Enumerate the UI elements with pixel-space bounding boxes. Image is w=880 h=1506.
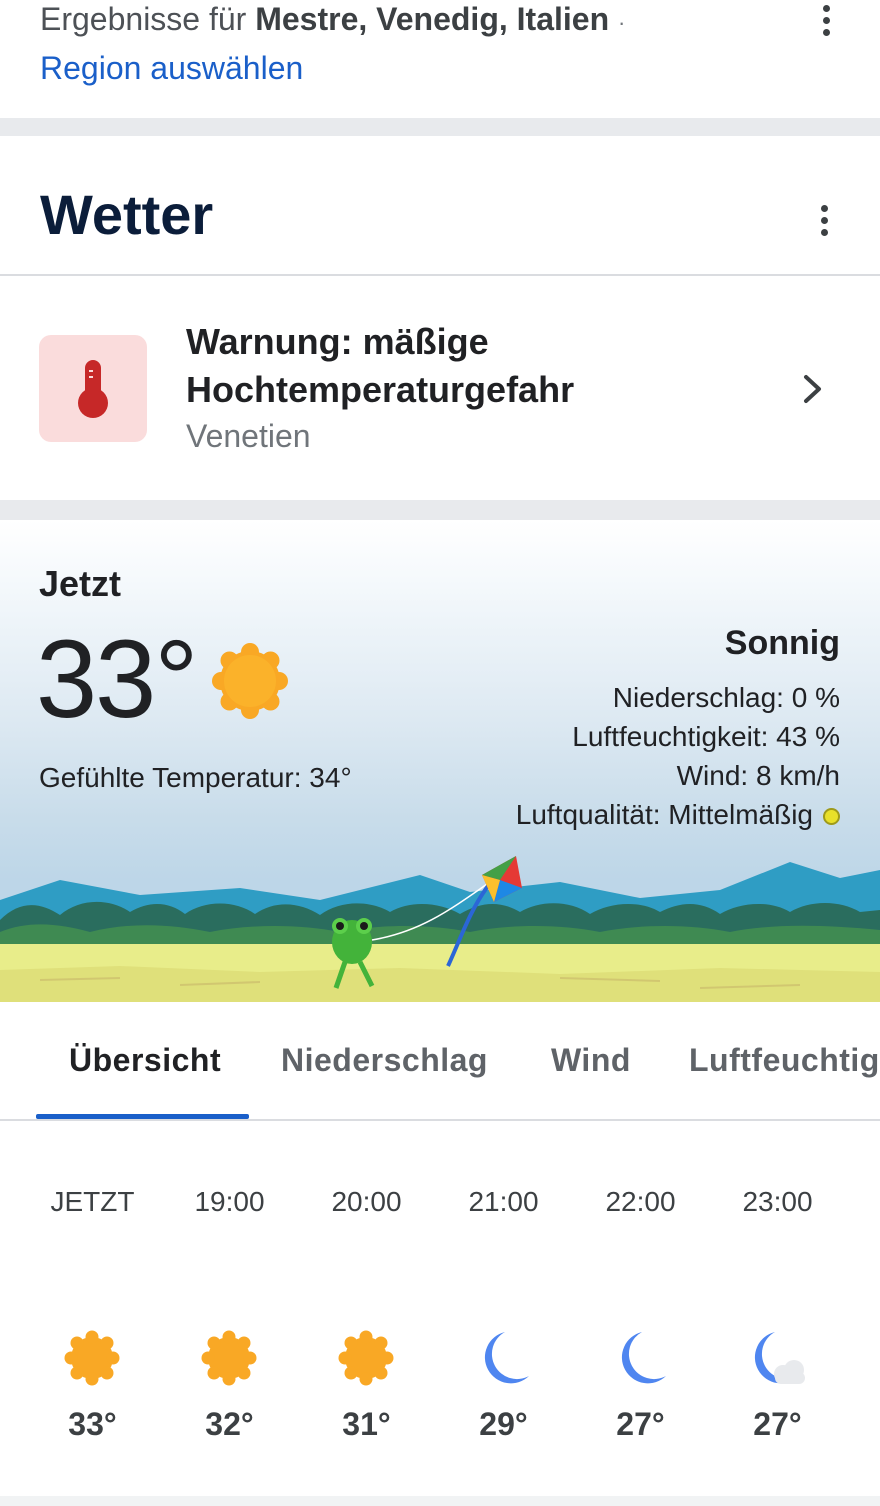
hour-label: 22:00: [605, 1186, 676, 1217]
moon-icon: [484, 1332, 529, 1384]
hour-temperature: 29°: [479, 1406, 528, 1442]
section-divider: [0, 500, 880, 520]
warning-region: Venetien: [186, 418, 311, 454]
humidity-detail: Luftfeuchtigkeit: 43 %: [572, 721, 840, 752]
hour-temperature: 33°: [68, 1406, 117, 1442]
hour-temperature: 31°: [342, 1406, 391, 1442]
weather-condition: Sonnig: [724, 624, 840, 662]
sun-icon: [64, 1330, 120, 1386]
tab-wind[interactable]: Wind: [551, 1040, 631, 1080]
precipitation-detail: Niederschlag: 0 %: [612, 682, 840, 713]
tab-overview[interactable]: Übersicht: [69, 1040, 221, 1080]
tab-precipitation[interactable]: Niederschlag: [281, 1040, 488, 1080]
separator-dot: ·: [618, 10, 626, 35]
tabs-divider: [0, 1119, 880, 1121]
wind-detail: Wind: 8 km/h: [676, 760, 840, 791]
moon-cloud-icon: [754, 1332, 805, 1384]
moon-icon: [621, 1332, 666, 1384]
sun-icon: [212, 643, 288, 719]
hour-temperature: 27°: [616, 1406, 665, 1442]
section-divider: [0, 118, 880, 136]
thermometer-icon: [78, 360, 108, 418]
air-quality-text: Luftqualität: Mittelmäßig: [515, 799, 813, 830]
current-temperature: 33°: [36, 618, 198, 741]
region-select-link[interactable]: Region auswählen: [40, 48, 303, 88]
results-location: Mestre, Venedig, Italien: [255, 1, 610, 37]
air-quality-detail: Luftqualität: Mittelmäßig: [516, 797, 840, 833]
more-options-icon[interactable]: [821, 5, 831, 36]
weather-landscape-illustration: [0, 856, 880, 1002]
results-location-line: Ergebnisse für Mestre, Venedig, Italien …: [40, 0, 625, 42]
air-quality-indicator-icon: [823, 808, 840, 825]
hour-label: 20:00: [331, 1186, 402, 1217]
hour-label: 21:00: [468, 1186, 539, 1217]
tab-humidity[interactable]: Luftfeuchtig: [689, 1040, 880, 1080]
hour-label: 19:00: [194, 1186, 265, 1217]
hour-label: 23:00: [742, 1186, 813, 1217]
weather-card-title: Wetter: [40, 183, 214, 246]
sun-icon: [338, 1330, 394, 1386]
hour-temperature: 32°: [205, 1406, 254, 1442]
warning-title: Warnung: mäßige Hochtemperaturgefahr: [186, 321, 575, 410]
hour-label: JETZT: [50, 1186, 135, 1217]
sun-icon: [201, 1330, 257, 1386]
now-label: Jetzt: [39, 563, 122, 604]
results-prefix: Ergebnisse für: [40, 1, 256, 37]
warning-icon-box: [39, 335, 147, 442]
bottom-divider: [0, 1496, 880, 1506]
weather-more-options-icon[interactable]: [819, 205, 829, 236]
chevron-right-icon: [804, 375, 821, 403]
feels-like-temperature: Gefühlte Temperatur: 34°: [39, 762, 352, 793]
hour-temperature: 27°: [753, 1406, 802, 1442]
